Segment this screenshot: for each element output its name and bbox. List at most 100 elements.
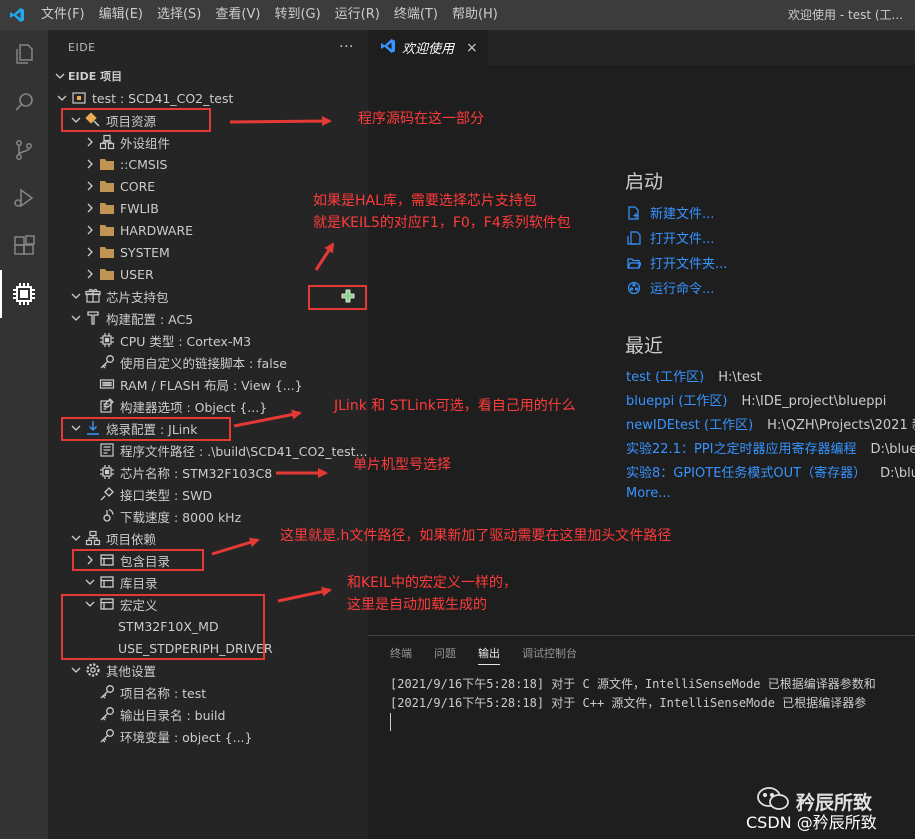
- tree-item[interactable]: 构建配置 : AC5: [48, 307, 368, 329]
- cpu-icon: [98, 329, 116, 351]
- search-icon[interactable]: [0, 78, 48, 126]
- section-header-eide-project[interactable]: EIDE 项目: [48, 65, 368, 87]
- more-actions-icon[interactable]: ···: [339, 30, 354, 65]
- tree-item[interactable]: test : SCD41_CO2_test: [48, 87, 368, 109]
- tab-terminal[interactable]: 终端: [390, 636, 412, 671]
- tree-item[interactable]: 环境变量 : object {...}: [48, 725, 368, 747]
- new-file-link[interactable]: 新建文件...: [626, 203, 714, 222]
- tree-item-label: CORE: [120, 178, 156, 194]
- more-link-label: More...: [626, 486, 671, 501]
- menu-go[interactable]: 转到(G): [267, 0, 327, 30]
- run-command-link[interactable]: 运行命令...: [626, 278, 714, 297]
- recent-item-path: H:\test: [718, 370, 762, 385]
- chevron-down-icon[interactable]: [68, 659, 84, 681]
- new-file-label: 新建文件...: [650, 207, 715, 222]
- tree-item-label: USER: [120, 266, 154, 282]
- extensions-icon[interactable]: [0, 222, 48, 270]
- welcome-tab-icon: [380, 38, 396, 58]
- tree-item[interactable]: 芯片名称 : STM32F103C8: [48, 461, 368, 483]
- chevron-right-icon[interactable]: [82, 197, 98, 219]
- dependency-icon: [84, 527, 102, 549]
- chevron-down-icon[interactable]: [68, 527, 84, 549]
- chevron-down-icon[interactable]: [82, 571, 98, 593]
- recent-item[interactable]: 实验22.1：PPI之定时器应用寄存器编程 D:\bluetooth: [626, 438, 915, 457]
- close-icon[interactable]: ×: [466, 40, 478, 56]
- twistie-spacer: [82, 681, 98, 703]
- recent-item-name[interactable]: 实验8：GPIOTE任务模式OUT（寄存器）: [626, 466, 866, 481]
- tree-item[interactable]: 外设组件: [48, 131, 368, 153]
- chevron-down-icon[interactable]: [54, 87, 70, 109]
- tree-item[interactable]: SYSTEM: [48, 241, 368, 263]
- recent-item-name[interactable]: newIDEtest (工作区): [626, 418, 753, 433]
- recent-more-link[interactable]: More...: [626, 486, 671, 501]
- file-path-icon: [98, 439, 116, 461]
- chevron-right-icon[interactable]: [82, 241, 98, 263]
- tree-item[interactable]: 项目名称 : test: [48, 681, 368, 703]
- recent-item[interactable]: blueppi (工作区) H:\IDE_project\blueppi: [626, 390, 886, 409]
- source-control-icon[interactable]: [0, 126, 48, 174]
- recent-item-name[interactable]: 实验22.1：PPI之定时器应用寄存器编程: [626, 442, 856, 457]
- csdn-watermark: CSDN @矜辰所致: [746, 813, 877, 832]
- tree-item[interactable]: RAM / FLASH 布局 : View {...}: [48, 373, 368, 395]
- open-folder-link[interactable]: 打开文件夹...: [626, 253, 727, 272]
- chevron-right-icon[interactable]: [82, 263, 98, 285]
- chevron-right-icon[interactable]: [82, 175, 98, 197]
- menu-help[interactable]: 帮助(H): [445, 0, 505, 30]
- components-icon: [98, 131, 116, 153]
- menu-terminal[interactable]: 终端(T): [387, 0, 445, 30]
- open-file-icon: [626, 230, 642, 246]
- text-cursor: [390, 713, 391, 731]
- output-line: [2021/9/16下午5:28:18] 对于 C 源文件，IntelliSen…: [390, 677, 876, 691]
- chevron-right-icon[interactable]: [82, 153, 98, 175]
- menu-file[interactable]: 文件(F): [34, 0, 92, 30]
- command-icon: [626, 280, 642, 296]
- tree-item[interactable]: CPU 类型 : Cortex-M3: [48, 329, 368, 351]
- tab-debug-console[interactable]: 调试控制台: [522, 636, 577, 671]
- tree-item-label: ::CMSIS: [120, 156, 168, 172]
- memory-icon: [98, 373, 116, 395]
- folder-icon: [98, 263, 116, 285]
- tree-item-label: 构建配置 : AC5: [106, 311, 194, 327]
- menu-edit[interactable]: 编辑(E): [92, 0, 150, 30]
- recent-item[interactable]: test (工作区) H:\test: [626, 366, 762, 385]
- tree-item[interactable]: 使用自定义的链接脚本 : false: [48, 351, 368, 373]
- chevron-right-icon[interactable]: [82, 219, 98, 241]
- chevron-down-icon[interactable]: [68, 307, 84, 329]
- recent-item[interactable]: newIDEtest (工作区) H:\QZH\Projects\2021 新需求: [626, 414, 915, 433]
- tab-label: 欢迎使用: [402, 42, 455, 57]
- open-file-link[interactable]: 打开文件...: [626, 228, 714, 247]
- chevron-right-icon[interactable]: [82, 131, 98, 153]
- tab-output[interactable]: 输出: [478, 636, 500, 671]
- annotation-box-macros: [61, 594, 265, 660]
- tree-item[interactable]: 构建器选项 : Object {...}: [48, 395, 368, 417]
- tree-item[interactable]: 库目录: [48, 571, 368, 593]
- recent-item-name[interactable]: blueppi (工作区): [626, 394, 728, 409]
- tree-item[interactable]: 接口类型 : SWD: [48, 483, 368, 505]
- builder-options-icon: [98, 395, 116, 417]
- menu-selection[interactable]: 选择(S): [150, 0, 208, 30]
- tree-item[interactable]: ::CMSIS: [48, 153, 368, 175]
- recent-item[interactable]: 实验8：GPIOTE任务模式OUT（寄存器） D:\bluet: [626, 462, 915, 481]
- tree-item[interactable]: 程序文件路径 : .\build\SCD41_CO2_test...: [48, 439, 368, 461]
- tree-item[interactable]: 输出目录名 : build: [48, 703, 368, 725]
- menu-view[interactable]: 查看(V): [208, 0, 267, 30]
- run-debug-icon[interactable]: [0, 174, 48, 222]
- activity-bar: [0, 30, 48, 839]
- panel-tabs: 终端 问题 输出 调试控制台: [368, 636, 915, 671]
- tree-item[interactable]: USER: [48, 263, 368, 285]
- tree-item[interactable]: 其他设置: [48, 659, 368, 681]
- annotation-text: 这里是自动加载生成的: [347, 597, 487, 613]
- tab-problems[interactable]: 问题: [434, 636, 456, 671]
- eide-chip-icon[interactable]: [0, 270, 48, 318]
- recent-item-name[interactable]: test (工作区): [626, 370, 704, 385]
- tab-welcome[interactable]: 欢迎使用 ×: [368, 30, 488, 65]
- explorer-icon[interactable]: [0, 30, 48, 78]
- twistie-spacer: [82, 439, 98, 461]
- annotation-text: 和KEIL中的宏定义一样的，: [347, 575, 517, 591]
- tree-item-label: 使用自定义的链接脚本 : false: [120, 355, 287, 371]
- menu-run[interactable]: 运行(R): [328, 0, 387, 30]
- tree-item-label: test : SCD41_CO2_test: [92, 90, 234, 106]
- welcome-page: 启动 新建文件... 打开文件... 打开文件夹... 运行命令... 最近 t…: [368, 65, 915, 635]
- chevron-down-icon[interactable]: [68, 285, 84, 307]
- tree-item[interactable]: 下载速度 : 8000 kHz: [48, 505, 368, 527]
